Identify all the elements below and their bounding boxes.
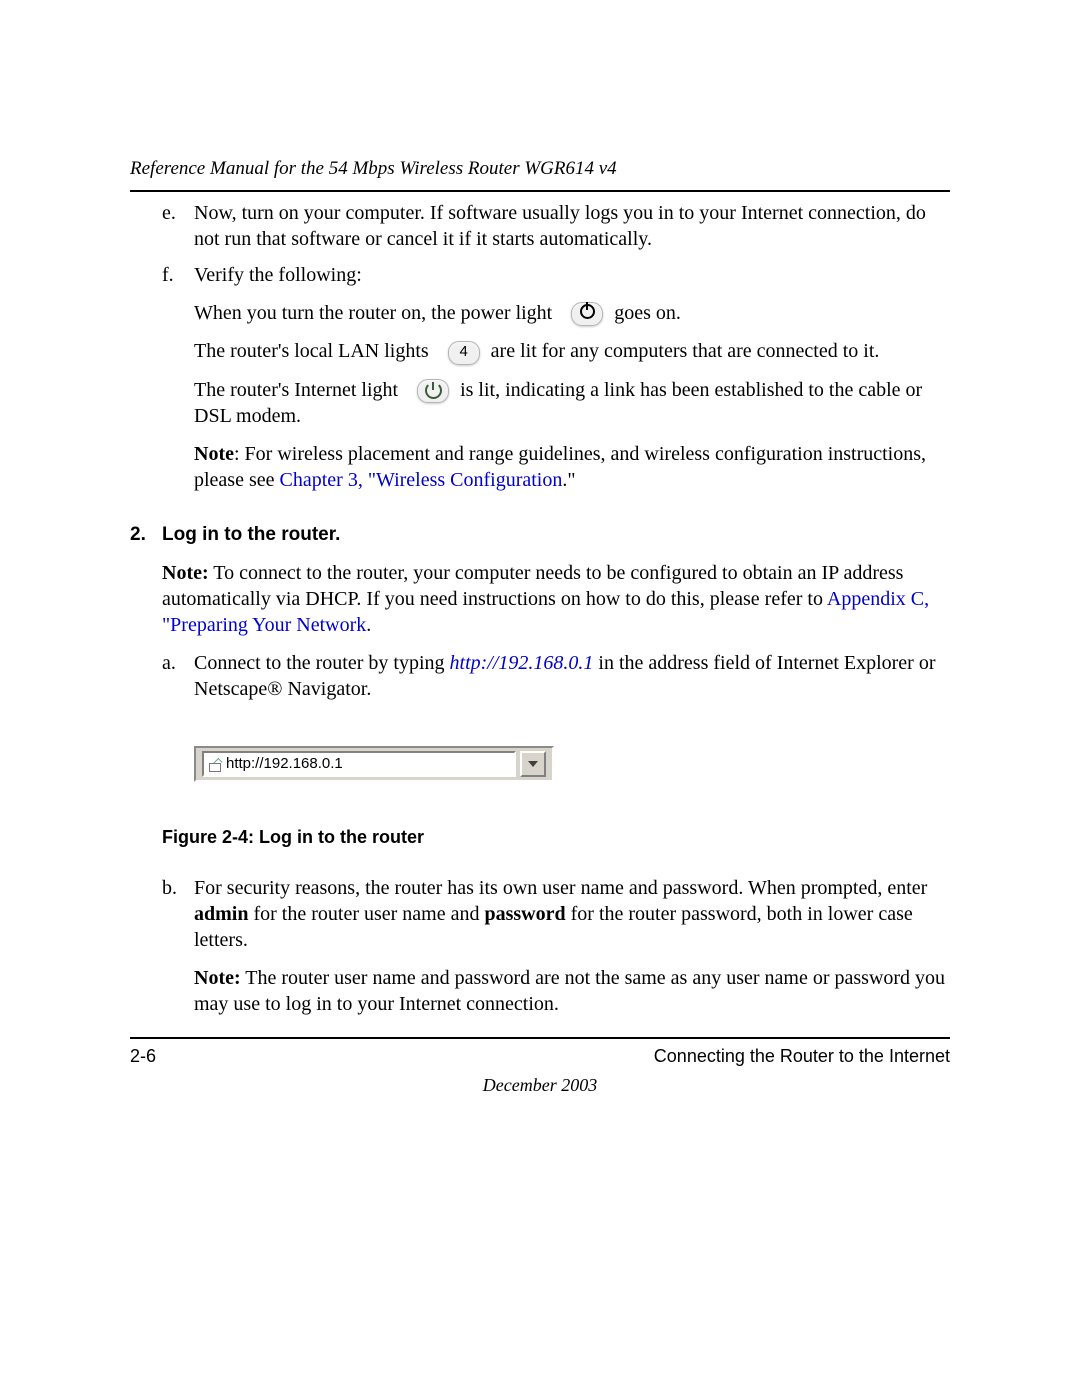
list-marker: f. (162, 262, 194, 505)
address-input[interactable]: http://192.168.0.1 (202, 751, 516, 777)
text: . (366, 614, 371, 636)
text: goes on. (614, 302, 681, 324)
credentials-note: Note: The router user name and password … (194, 965, 950, 1017)
address-bar: http://192.168.0.1 (194, 746, 554, 782)
text: When you turn the router on, the power l… (194, 302, 552, 324)
note-label: Note: (162, 562, 209, 584)
address-bar-figure: http://192.168.0.1 (194, 746, 950, 782)
text: The router's Internet light (194, 379, 398, 401)
footer-row: 2-6 Connecting the Router to the Interne… (130, 1045, 950, 1068)
page-header: Reference Manual for the 54 Mbps Wireles… (130, 157, 950, 192)
wireless-note: Note: For wireless placement and range g… (194, 441, 950, 493)
verify-heading: Verify the following: (194, 262, 950, 288)
internet-light-line: The router's Internet light is lit, indi… (194, 377, 950, 429)
figure-caption: Figure 2-4: Log in to the router (162, 826, 950, 849)
step-2-body: Note: To connect to the router, your com… (162, 560, 950, 1029)
text: Connect to the router by typing (194, 652, 450, 674)
step-number: 2. (130, 523, 162, 548)
admin-word: admin (194, 903, 248, 925)
list-body: Now, turn on your computer. If software … (194, 200, 950, 252)
router-url-link[interactable]: http://192.168.0.1 (450, 652, 594, 674)
text: The router's local LAN lights (194, 340, 429, 362)
list-marker: b. (162, 875, 194, 1029)
note-label: Note (194, 443, 234, 465)
text: ." (562, 469, 575, 491)
dhcp-note: Note: To connect to the router, your com… (162, 560, 950, 638)
lan-port-4-icon: 4 (448, 341, 480, 365)
list-body: Verify the following: When you turn the … (194, 262, 950, 505)
list-item-a: a. Connect to the router by typing http:… (162, 650, 950, 702)
list-body: For security reasons, the router has its… (194, 875, 950, 1029)
list-item-f: f. Verify the following: When you turn t… (162, 262, 950, 505)
note-label: Note: (194, 967, 241, 989)
text: are lit for any computers that are conne… (491, 340, 880, 362)
text: For security reasons, the router has its… (194, 877, 927, 899)
page-footer: 2-6 Connecting the Router to the Interne… (130, 1037, 950, 1098)
address-text: http://192.168.0.1 (226, 754, 343, 774)
step-2-heading: 2.Log in to the router. (130, 523, 950, 548)
list-marker: a. (162, 650, 194, 702)
text: for the router user name and (248, 903, 484, 925)
power-icon (571, 302, 603, 326)
text: To connect to the router, your computer … (162, 562, 903, 610)
footer-date: December 2003 (130, 1074, 950, 1097)
password-word: password (484, 903, 565, 925)
step-title: Log in to the router. (162, 524, 340, 545)
document-page: Reference Manual for the 54 Mbps Wireles… (0, 0, 1080, 1397)
internet-icon (417, 379, 449, 403)
lan-light-line: The router's local LAN lights 4 are lit … (194, 338, 950, 364)
section-title: Connecting the Router to the Internet (654, 1045, 950, 1068)
list-item-b: b. For security reasons, the router has … (162, 875, 950, 1029)
text: The router user name and password are no… (194, 967, 945, 1015)
page-number: 2-6 (130, 1045, 156, 1068)
address-dropdown-button[interactable] (520, 751, 546, 777)
page-icon (208, 757, 222, 771)
manual-title: Reference Manual for the 54 Mbps Wireles… (130, 158, 617, 179)
credentials-text: For security reasons, the router has its… (194, 875, 950, 953)
chevron-down-icon (528, 761, 538, 767)
list-body: Connect to the router by typing http://1… (194, 650, 950, 702)
chapter3-link[interactable]: Chapter 3, "Wireless Configuration (280, 469, 563, 491)
list-marker: e. (162, 200, 194, 252)
page-body: e. Now, turn on your computer. If softwa… (130, 200, 950, 1039)
power-light-line: When you turn the router on, the power l… (194, 300, 950, 326)
list-item-e: e. Now, turn on your computer. If softwa… (162, 200, 950, 252)
